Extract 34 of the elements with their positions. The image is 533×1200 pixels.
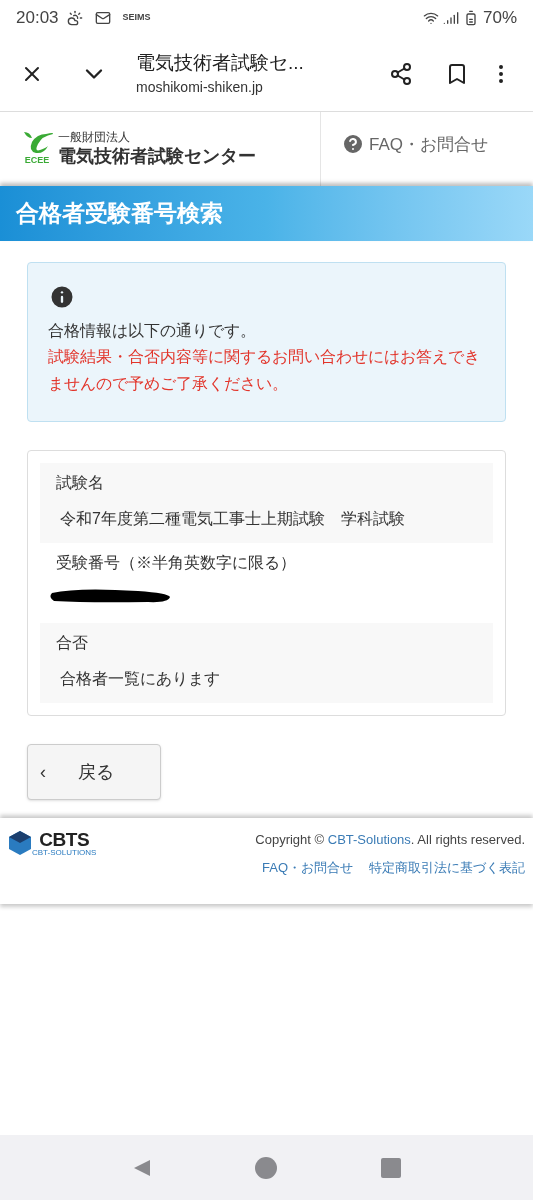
weather-icon	[66, 10, 83, 26]
cube-logo-icon	[8, 830, 32, 856]
field-label: 試験名	[56, 473, 105, 493]
field-value: 令和7年度第二種電気工事士上期試験 学科試験	[59, 509, 406, 529]
warning-message: 試験結果・合否内容等に関するお問い合わせにはお答えできませんので予めご了承ください。	[48, 347, 481, 394]
org-name: 電気技術者試験センター	[58, 145, 256, 168]
footer-link[interactable]: 特定商取引法に基づく表記	[369, 857, 525, 877]
help-icon	[341, 132, 365, 156]
page-url: moshikomi-shiken.jp	[136, 78, 264, 98]
wifi-icon	[422, 10, 439, 26]
logo-subtext: CBT-SOLUTIONS	[32, 849, 97, 857]
notification-label: SEIMS	[122, 11, 151, 25]
home-nav-icon[interactable]	[255, 1156, 278, 1179]
footer-link[interactable]: FAQ・お問合せ	[262, 857, 353, 877]
copyright-text: Copyright © CBT-Solutions. All rights reserved.	[255, 831, 525, 849]
signal-icon	[442, 10, 459, 26]
copyright-link[interactable]: CBT-Solutions	[327, 832, 411, 847]
logo-text: CBTS	[39, 830, 90, 849]
info-message: 合格情報は以下の通りです。	[48, 321, 257, 341]
field-value: 合格者一覧にあります	[59, 669, 221, 689]
info-icon	[48, 283, 76, 311]
clock: 20:03	[16, 7, 59, 30]
field-label: 受験番号（※半角英数字に限る）	[56, 553, 297, 573]
share-icon[interactable]	[389, 61, 413, 86]
mail-icon	[94, 10, 111, 26]
page-title: 電気技術者試験セ...	[136, 50, 305, 75]
battery-level: 70%	[482, 7, 517, 30]
logo-mark-text: ECEE	[24, 154, 50, 168]
field-label: 合否	[56, 633, 89, 653]
section-title: 合格者受験番号検索	[16, 199, 223, 229]
faq-link[interactable]: FAQ・お問合せ	[321, 112, 533, 186]
back-button[interactable]: ‹ 戻る	[27, 744, 161, 800]
recents-nav-icon[interactable]	[381, 1157, 402, 1178]
org-type: 一般財団法人	[58, 130, 131, 146]
